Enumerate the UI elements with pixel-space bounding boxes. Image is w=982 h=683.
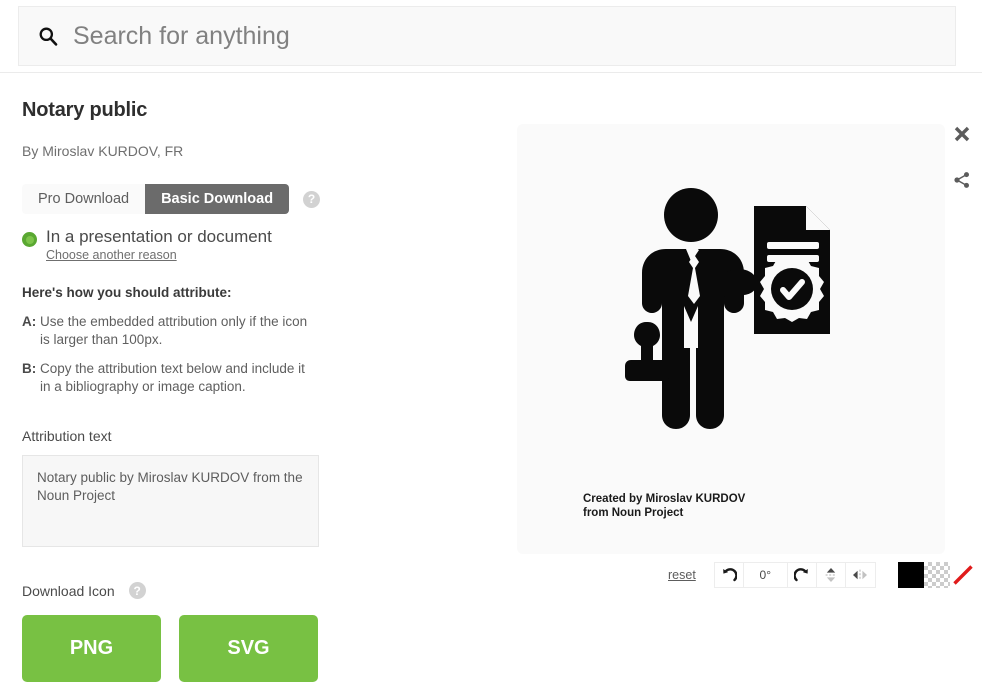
attribution-text-label: Attribution text xyxy=(22,428,112,444)
swatch-black-icon[interactable] xyxy=(897,562,924,588)
flip-horizontal-icon[interactable] xyxy=(846,563,875,587)
search-icon xyxy=(37,25,59,47)
notary-public-icon xyxy=(606,184,856,454)
howto-item-b: B: Copy the attribution text below and i… xyxy=(22,360,492,396)
swatch-no-color-icon[interactable] xyxy=(949,562,976,588)
transform-controls: 0° xyxy=(713,562,876,588)
flip-vertical-icon[interactable] xyxy=(817,563,846,587)
howto-text-b: Copy the attribution text below and incl… xyxy=(40,361,305,394)
attribution-text-input[interactable] xyxy=(22,455,319,547)
swatch-transparent-icon[interactable] xyxy=(923,562,950,588)
share-icon[interactable] xyxy=(950,168,974,192)
close-icon[interactable] xyxy=(950,122,974,146)
rotate-left-icon[interactable] xyxy=(715,563,744,587)
color-swatches xyxy=(897,562,976,588)
attribute-howto-title: Here's how you should attribute: xyxy=(22,285,232,300)
tab-pro-download[interactable]: Pro Download xyxy=(22,184,146,214)
rotate-right-icon[interactable] xyxy=(788,563,817,587)
search-input[interactable] xyxy=(73,16,955,56)
attribution-reason: In a presentation or document Choose ano… xyxy=(22,227,492,262)
howto-item-a: A: Use the embedded attribution only if … xyxy=(22,313,492,349)
icon-details-panel: Notary public By Miroslav KURDOV, FR Pro… xyxy=(22,95,492,682)
rotate-angle-value[interactable]: 0° xyxy=(744,563,788,587)
download-png-button[interactable]: PNG xyxy=(22,615,161,682)
download-icon-label: Download Icon xyxy=(22,582,115,599)
preview-panel-actions xyxy=(950,122,974,192)
choose-another-reason-link[interactable]: Choose another reason xyxy=(46,248,272,262)
download-buttons: PNG SVG xyxy=(22,615,492,682)
download-help-icon[interactable]: ? xyxy=(128,582,146,599)
download-tabs-help-icon[interactable]: ? xyxy=(303,190,321,208)
icon-author: By Miroslav KURDOV, FR xyxy=(22,143,184,159)
icon-edit-toolbar: reset 0° xyxy=(668,562,976,588)
page-title: Notary public xyxy=(22,99,148,121)
search-bar[interactable] xyxy=(18,6,956,66)
reset-link[interactable]: reset xyxy=(668,568,696,582)
site-header xyxy=(0,0,982,73)
howto-letter-a: A: xyxy=(22,314,37,329)
preview-attribution-caption: Created by Miroslav KURDOV from Noun Pro… xyxy=(583,493,746,519)
reason-radio-button[interactable] xyxy=(22,232,37,247)
howto-text-a: Use the embedded attribution only if the… xyxy=(40,314,308,347)
howto-letter-b: B: xyxy=(22,361,37,376)
icon-preview-panel: Created by Miroslav KURDOV from Noun Pro… xyxy=(517,124,945,554)
download-svg-button[interactable]: SVG xyxy=(179,615,318,682)
tab-basic-download[interactable]: Basic Download xyxy=(145,184,290,214)
download-tabs: Pro Download Basic Download ? xyxy=(22,184,492,214)
reason-label: In a presentation or document xyxy=(46,227,272,246)
reason-text-group: In a presentation or document Choose ano… xyxy=(46,227,272,262)
download-icon-label-row: Download Icon ? xyxy=(22,582,492,599)
